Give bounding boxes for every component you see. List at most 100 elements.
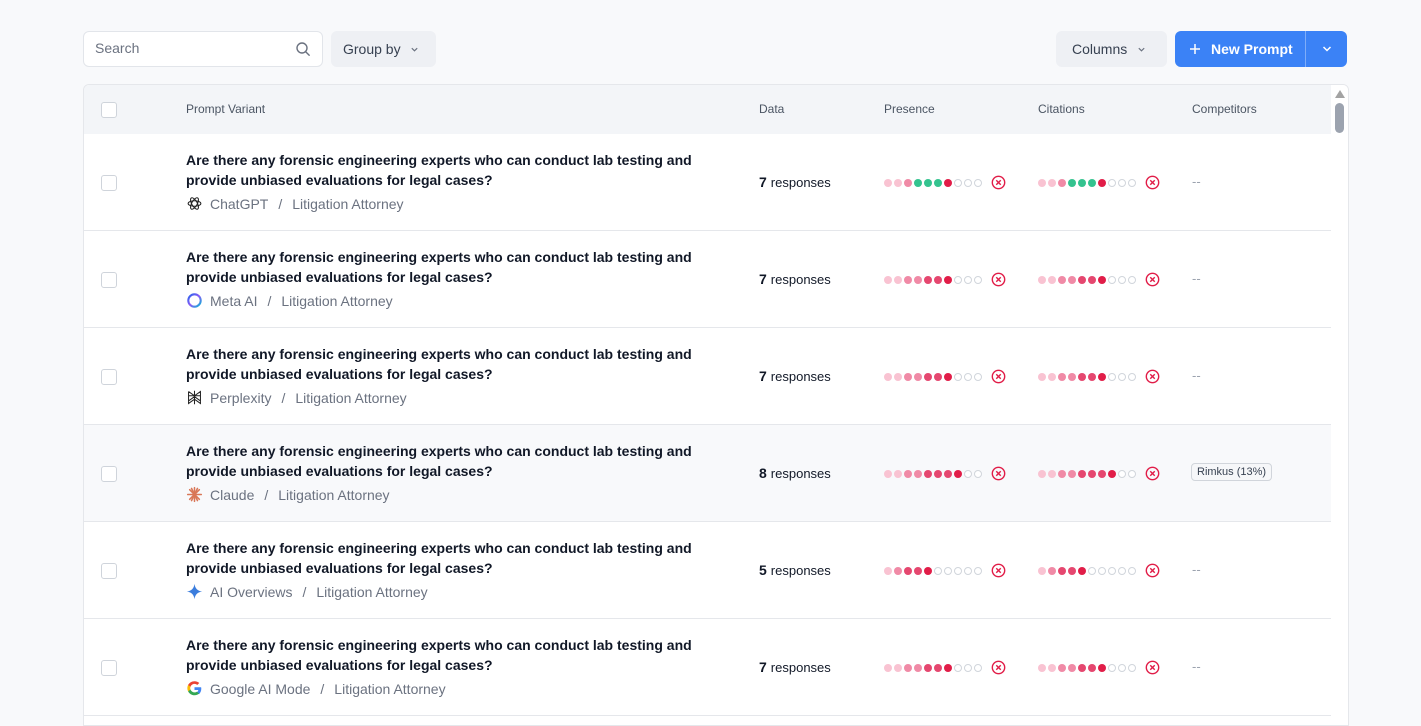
indicator-dot-light xyxy=(894,275,902,284)
prompt-text[interactable]: Are there any forensic engineering exper… xyxy=(186,441,726,481)
response-unit: responses xyxy=(770,563,831,578)
column-header-presence[interactable]: Presence xyxy=(884,102,935,116)
persona-name: Litigation Attorney xyxy=(281,292,393,309)
indicator-dot-empty xyxy=(1108,372,1116,381)
prompt-text[interactable]: Are there any forensic engineering exper… xyxy=(186,538,726,578)
column-header-citations[interactable]: Citations xyxy=(1038,102,1085,116)
group-by-label: Group by xyxy=(343,41,401,57)
search-input[interactable] xyxy=(84,32,285,64)
indicator-dot-red xyxy=(944,663,952,672)
vertical-scrollbar[interactable] xyxy=(1332,85,1348,725)
chevron-down-icon xyxy=(410,47,418,52)
table-row[interactable]: Are there any forensic engineering exper… xyxy=(84,134,1331,231)
indicator-dot-empty xyxy=(1118,566,1126,575)
table-row[interactable]: Are there any forensic engineering exper… xyxy=(84,328,1331,425)
prompt-meta: Perplexity / Litigation Attorney xyxy=(186,389,407,406)
indicator-dot-light xyxy=(894,663,902,672)
close-circle-icon[interactable] xyxy=(991,175,1006,190)
engine-name: Google AI Mode xyxy=(210,680,311,697)
row-checkbox[interactable] xyxy=(101,369,117,385)
competitor-badge[interactable]: Rimkus (13%) xyxy=(1191,463,1273,481)
prompt-text[interactable]: Are there any forensic engineering exper… xyxy=(186,635,726,675)
group-by-button[interactable]: Group by xyxy=(331,31,436,67)
competitors-cell: -- xyxy=(1192,174,1201,189)
indicator-dot-light xyxy=(894,469,902,478)
meta-ai-icon xyxy=(186,292,203,309)
prompt-meta: ChatGPT / Litigation Attorney xyxy=(186,195,404,212)
meta-separator: / xyxy=(278,195,283,212)
meta-separator: / xyxy=(302,583,307,600)
indicator-dot-light xyxy=(1048,275,1056,284)
prompt-meta: Google AI Mode / Litigation Attorney xyxy=(186,680,446,697)
chevron-down-icon xyxy=(1138,47,1145,52)
table-row[interactable]: Are there any forensic engineering exper… xyxy=(84,425,1331,522)
close-circle-icon[interactable] xyxy=(1145,660,1160,675)
engine-name: Claude xyxy=(210,486,255,503)
column-header-prompt-variant[interactable]: Prompt Variant xyxy=(186,102,265,116)
table-header: Prompt Variant Data Presence Citations C… xyxy=(84,85,1331,135)
close-circle-icon[interactable] xyxy=(1145,175,1160,190)
close-circle-icon[interactable] xyxy=(991,660,1006,675)
close-circle-icon[interactable] xyxy=(991,272,1006,287)
row-checkbox[interactable] xyxy=(101,660,117,676)
new-prompt-dropdown-button[interactable] xyxy=(1306,31,1347,67)
row-checkbox[interactable] xyxy=(101,563,117,579)
meta-separator: / xyxy=(264,486,269,503)
data-cell: 5 responses xyxy=(759,562,831,578)
indicator-dot-red xyxy=(1078,566,1086,575)
indicator-dot-mid xyxy=(1068,469,1076,478)
indicator-dot-empty xyxy=(954,275,962,284)
indicator-dot-green xyxy=(914,178,922,187)
search-icon[interactable] xyxy=(295,41,311,57)
citations-indicator xyxy=(1038,660,1160,675)
select-all-checkbox[interactable] xyxy=(101,102,117,118)
row-checkbox[interactable] xyxy=(101,272,117,288)
chevron-down-icon xyxy=(1322,46,1331,52)
columns-button[interactable]: Columns xyxy=(1056,31,1167,67)
scrollbar-thumb[interactable] xyxy=(1335,103,1344,133)
scroll-up-arrow[interactable] xyxy=(1335,90,1345,98)
close-circle-icon[interactable] xyxy=(1145,272,1160,287)
persona-name: Litigation Attorney xyxy=(316,583,428,600)
indicator-dot-empty xyxy=(1108,663,1116,672)
close-circle-icon[interactable] xyxy=(1145,466,1160,481)
indicator-dot-strong xyxy=(1098,469,1106,478)
indicator-dot-mid xyxy=(1048,566,1056,575)
table-row[interactable]: Are there any forensic engineering exper… xyxy=(84,522,1331,619)
close-circle-icon[interactable] xyxy=(1145,369,1160,384)
indicator-dot-green xyxy=(1078,178,1086,187)
chatgpt-icon xyxy=(186,195,203,212)
indicator-dot-empty xyxy=(1128,469,1136,478)
indicator-dot-empty xyxy=(1108,566,1116,575)
indicator-dot-red xyxy=(1108,469,1116,478)
table-row[interactable]: Are there any forensic engineering exper… xyxy=(84,231,1331,328)
response-unit: responses xyxy=(770,466,831,481)
column-header-data[interactable]: Data xyxy=(759,102,784,116)
indicator-dot-mid xyxy=(904,469,912,478)
indicator-dot-mid xyxy=(914,469,922,478)
row-checkbox[interactable] xyxy=(101,466,117,482)
presence-indicator xyxy=(884,563,1006,578)
column-header-competitors[interactable]: Competitors xyxy=(1192,102,1257,116)
google-icon xyxy=(186,680,203,697)
presence-indicator xyxy=(884,175,1006,190)
close-circle-icon[interactable] xyxy=(991,369,1006,384)
close-circle-icon[interactable] xyxy=(991,466,1006,481)
close-circle-icon[interactable] xyxy=(991,563,1006,578)
prompt-text[interactable]: Are there any forensic engineering exper… xyxy=(186,344,726,384)
indicator-dot-strong xyxy=(914,566,922,575)
prompt-meta: Meta AI / Litigation Attorney xyxy=(186,292,393,309)
row-checkbox[interactable] xyxy=(101,175,117,191)
indicator-dot-strong xyxy=(1078,372,1086,381)
table-row[interactable]: Are there any forensic engineering exper… xyxy=(84,619,1331,716)
new-prompt-button[interactable]: New Prompt xyxy=(1175,31,1306,67)
response-unit: responses xyxy=(770,660,831,675)
indicator-dot-light xyxy=(1038,178,1046,187)
prompt-text[interactable]: Are there any forensic engineering exper… xyxy=(186,150,726,190)
persona-name: Litigation Attorney xyxy=(295,389,407,406)
data-cell: 7 responses xyxy=(759,174,831,190)
indicator-dot-strong xyxy=(1078,469,1086,478)
presence-indicator xyxy=(884,660,1006,675)
prompt-text[interactable]: Are there any forensic engineering exper… xyxy=(186,247,726,287)
close-circle-icon[interactable] xyxy=(1145,563,1160,578)
